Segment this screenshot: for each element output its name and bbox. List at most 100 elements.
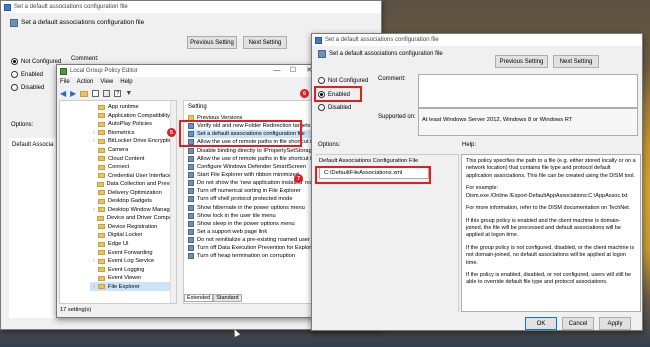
- back-radio-enabled[interactable]: Enabled: [11, 71, 43, 78]
- setting-row[interactable]: Set a support web page link: [188, 228, 314, 236]
- tree-item-label: BitLocker Drive Encryption: [108, 138, 176, 145]
- tree-item[interactable]: Camera: [90, 146, 176, 155]
- tree-item[interactable]: Connect: [90, 163, 176, 172]
- tree-item-label: Event Forwarding: [108, 249, 153, 256]
- back-dialog-header: Set a default associations configuration…: [21, 19, 145, 26]
- setting-label: Do not reinitialize a pre-existing roame…: [197, 237, 314, 244]
- setting-row[interactable]: Disable binding directly to IPropertySet…: [188, 147, 314, 155]
- tree-item[interactable]: Event Logging: [90, 265, 176, 274]
- folder-icon: [98, 164, 105, 170]
- tree-item[interactable]: Event Viewer: [90, 274, 176, 283]
- tree-item[interactable]: Edge UI: [90, 240, 176, 249]
- back-arrow-icon[interactable]: ◀: [60, 89, 66, 98]
- supported-on-box: At least Windows Server 2012, Windows 8 …: [418, 108, 638, 136]
- tree-item[interactable]: Cloud Content: [90, 154, 176, 163]
- tree-item[interactable]: AutoPlay Policies: [90, 120, 176, 129]
- front-radio-not-configured[interactable]: Not Configured: [318, 77, 368, 84]
- tree-item-label: Credential User Interface: [108, 172, 172, 179]
- tree-item[interactable]: App runtime: [90, 103, 176, 112]
- tree-item[interactable]: › Event Log Service: [90, 257, 176, 266]
- cancel-button[interactable]: Cancel: [562, 317, 594, 330]
- forward-arrow-icon[interactable]: ▶: [70, 89, 76, 98]
- export-list-icon[interactable]: [103, 90, 111, 97]
- filter-icon[interactable]: ▼: [125, 90, 132, 97]
- tab-extended[interactable]: Extended: [184, 294, 214, 302]
- chevron-right-icon[interactable]: ›: [90, 284, 98, 290]
- chevron-right-icon[interactable]: ›: [90, 130, 98, 136]
- menu-help[interactable]: Help: [120, 79, 132, 85]
- back-next-setting-button[interactable]: Next Setting: [243, 36, 287, 49]
- gpe-title: Local Group Policy Editor: [70, 68, 138, 74]
- setting-column-header: Setting: [188, 104, 207, 110]
- policy-setting-icon: [188, 204, 194, 211]
- front-radio-disabled[interactable]: Disabled: [318, 104, 351, 111]
- tree-item[interactable]: Desktop Gadgets: [90, 197, 176, 206]
- radio-dot: [318, 104, 325, 111]
- config-file-label: Default Associations Configuration File: [319, 158, 419, 164]
- setting-row[interactable]: Show sleep in the power options menu: [188, 220, 314, 228]
- gpe-tree-pane: App runtime Application Compatibility Auto…: [59, 100, 177, 304]
- setting-label: Disable binding directly to IPropertySet…: [197, 147, 314, 154]
- minimize-icon[interactable]: —: [269, 65, 285, 77]
- radio-label: Disabled: [328, 104, 352, 111]
- back-radio-not-configured[interactable]: Not Configured: [11, 58, 61, 65]
- menu-action[interactable]: Action: [77, 79, 94, 85]
- setting-row[interactable]: Turn off shell protocol protected mode: [188, 195, 314, 203]
- folder-icon: [98, 224, 105, 230]
- maximize-icon[interactable]: ☐: [285, 65, 301, 77]
- setting-row[interactable]: Do not reinitialize a pre-existing roame…: [188, 236, 314, 244]
- tree-item[interactable]: Credential User Interface: [90, 171, 176, 180]
- back-radio-disabled[interactable]: Disabled: [11, 84, 44, 91]
- setting-row[interactable]: Turn off numerical sorting in File Explo…: [188, 187, 314, 195]
- policy-setting-dialog: Set a default associations configuration…: [311, 33, 643, 331]
- tree-item-label: Device and Driver Compatib: [106, 215, 177, 222]
- setting-row[interactable]: Turn off heap termination on corruption: [188, 252, 314, 260]
- menu-view[interactable]: View: [100, 79, 113, 85]
- setting-row[interactable]: Turn off Data Execution Prevention for E…: [188, 244, 314, 252]
- menu-file[interactable]: File: [60, 79, 70, 85]
- tree-item[interactable]: Device and Driver Compatib: [90, 214, 177, 223]
- comment-textarea[interactable]: [418, 74, 638, 108]
- show-hide-tree-icon[interactable]: [92, 90, 100, 97]
- setting-row[interactable]: Configure Windows Defender SmartScreen: [188, 163, 314, 171]
- apply-button[interactable]: Apply: [599, 317, 631, 330]
- help-icon[interactable]: ?: [114, 90, 122, 97]
- step-badge-6: 6: [300, 89, 309, 98]
- setting-row[interactable]: Allow the use of remote paths in file sh…: [188, 155, 314, 163]
- tree-item[interactable]: Digital Locker: [90, 231, 176, 240]
- setting-row[interactable]: Show hibernate in the power options menu: [188, 204, 314, 212]
- setting-row[interactable]: Show lock in the user tile menu: [188, 212, 314, 220]
- tree-item[interactable]: Delivery Optimization: [90, 188, 176, 197]
- tab-standard[interactable]: Standard: [213, 294, 242, 302]
- tree-item[interactable]: › BitLocker Drive Encryption: [90, 137, 176, 146]
- front-prev-setting-button[interactable]: Previous Setting: [495, 55, 548, 68]
- policy-setting-icon: [188, 172, 194, 179]
- gpe-menubar: File Action View Help: [60, 79, 133, 85]
- tree-item[interactable]: › Biometrics: [90, 129, 176, 138]
- folder-up-icon[interactable]: [80, 90, 89, 97]
- tree-item-label: Event Logging: [108, 266, 145, 273]
- tree-item[interactable]: › Desktop Window Manager: [90, 206, 176, 215]
- policy-header-icon: [10, 19, 18, 27]
- back-prev-setting-button[interactable]: Previous Setting: [187, 36, 237, 49]
- policy-setting-icon: [188, 245, 194, 252]
- chevron-right-icon[interactable]: ›: [90, 138, 98, 144]
- front-next-setting-button[interactable]: Next Setting: [553, 55, 599, 68]
- chevron-right-icon[interactable]: ›: [90, 258, 98, 264]
- ok-button[interactable]: OK: [525, 317, 557, 330]
- back-dialog-title: Set a default associations configuration…: [14, 4, 128, 10]
- setting-label: Show sleep in the power options menu: [197, 220, 295, 227]
- folder-icon: [98, 130, 105, 136]
- tree-item[interactable]: Data Collection and Preview: [90, 180, 176, 189]
- tree-item[interactable]: Device Registration: [90, 223, 176, 232]
- tree-item[interactable]: Event Forwarding: [90, 248, 176, 257]
- folder-icon: [98, 121, 105, 127]
- step-badge-5: 5: [167, 128, 176, 137]
- help-text-panel: This policy specifies the path to a file…: [461, 154, 641, 312]
- chevron-right-icon[interactable]: ›: [90, 207, 98, 213]
- tree-item[interactable]: Application Compatibility: [90, 112, 176, 121]
- radio-dot: [318, 77, 325, 84]
- folder-icon: [98, 250, 105, 256]
- tree-item[interactable]: › File Explorer: [90, 282, 176, 292]
- folder-icon: [98, 198, 105, 204]
